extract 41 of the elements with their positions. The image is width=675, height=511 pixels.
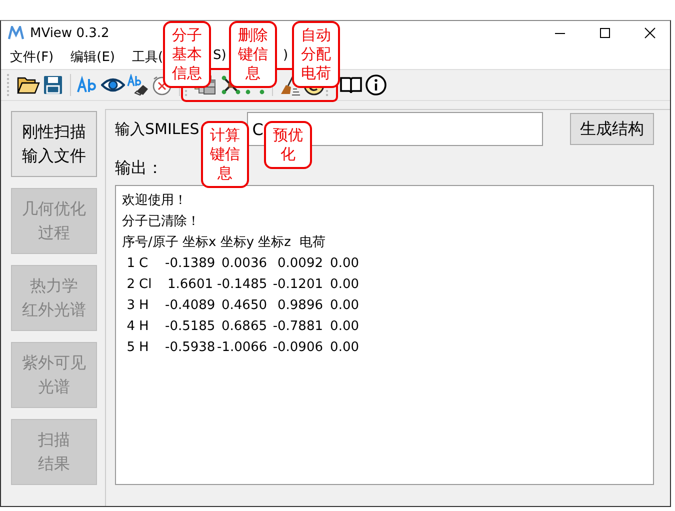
atom-value: 0.9896 [276,297,323,315]
atom-value: -0.4089 [165,297,213,315]
atom-value: C [139,255,150,273]
atom-value: -0.5185 [165,318,213,336]
atom-value: 5 [126,339,135,357]
atom-value: H [139,318,150,336]
callout-tooltip: 自动分配电荷 [292,21,340,88]
atom-value: 0.6865 [220,318,267,336]
atom-value: 0.4650 [220,297,267,315]
callout-tooltip: 计算键信息 [201,121,249,188]
atom-value: -0.1389 [165,255,213,273]
atom-value: 0.00 [329,297,359,315]
atom-value: -0.1485 [217,276,267,294]
atom-value: 0.0092 [276,255,323,273]
atom-value: Cl [139,276,153,294]
atom-value: -0.0906 [272,339,323,357]
atom-value: H [139,339,150,357]
atom-value: 0.00 [329,339,359,357]
callout-tooltip: 预优化 [264,121,312,169]
callout-tooltip: 分子基本信息 [163,21,211,88]
window-title: MView 0.3.2 [30,26,110,40]
atom-value: 0.0036 [220,255,267,273]
atom-value: 0.00 [329,276,359,294]
atom-value: 1.6601 [166,276,213,294]
atom-value: -0.5938 [165,339,213,357]
atom-value: 3 [126,297,135,315]
output-line: 序号/原子 坐标x 坐标y 坐标z 电荷 [122,234,326,252]
atom-value: -0.1201 [272,276,323,294]
atom-value: 4 [126,318,135,336]
atom-value: 0.00 [329,318,359,336]
atom-value: 0.00 [329,255,359,273]
atom-value: -0.7881 [272,318,323,336]
atom-value: H [139,297,150,315]
atom-value: 1 [126,255,135,273]
atom-value: 2 [126,276,135,294]
output-line: 欢迎使用！ [122,192,188,210]
output-label: 输出： [115,157,163,179]
atom-value: -1.0066 [217,339,267,357]
callout-tooltip: 删除键信息 [229,21,277,88]
smiles-label: 输入SMILES [115,120,200,138]
output-line: 分子已清除！ [122,213,201,231]
